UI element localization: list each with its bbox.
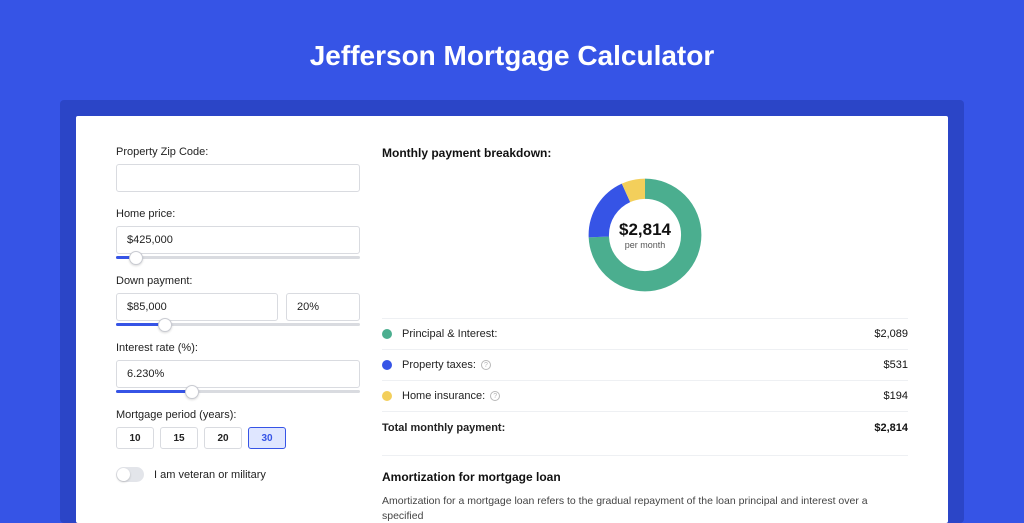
period-options: 10 15 20 30 bbox=[116, 427, 360, 449]
zip-input[interactable] bbox=[116, 164, 360, 192]
donut-center: $2,814 per month bbox=[584, 174, 706, 296]
price-input[interactable] bbox=[116, 226, 360, 254]
dot-ins bbox=[382, 391, 392, 401]
inputs-panel: Property Zip Code: Home price: Down paym… bbox=[116, 146, 360, 523]
rate-slider[interactable] bbox=[116, 390, 360, 393]
breakdown-label-ins-text: Home insurance: bbox=[402, 390, 485, 402]
veteran-row: I am veteran or military bbox=[116, 467, 360, 482]
donut-amount: $2,814 bbox=[619, 220, 671, 240]
down-field: Down payment: bbox=[116, 275, 360, 326]
info-icon[interactable]: ? bbox=[490, 391, 500, 401]
period-btn-15[interactable]: 15 bbox=[160, 427, 198, 449]
period-field: Mortgage period (years): 10 15 20 30 bbox=[116, 409, 360, 449]
down-label: Down payment: bbox=[116, 275, 360, 287]
rate-field: Interest rate (%): bbox=[116, 342, 360, 393]
breakdown-row-tax: Property taxes: ? $531 bbox=[382, 349, 908, 380]
breakdown-row-ins: Home insurance: ? $194 bbox=[382, 380, 908, 411]
down-slider[interactable] bbox=[116, 323, 360, 326]
amortization-section: Amortization for mortgage loan Amortizat… bbox=[382, 455, 908, 523]
breakdown-label-ins: Home insurance: ? bbox=[402, 390, 884, 402]
breakdown-label-tax-text: Property taxes: bbox=[402, 359, 476, 371]
breakdown-row-pi: Principal & Interest: $2,089 bbox=[382, 318, 908, 349]
period-btn-10[interactable]: 10 bbox=[116, 427, 154, 449]
zip-label: Property Zip Code: bbox=[116, 146, 360, 158]
breakdown-value-pi: $2,089 bbox=[874, 328, 908, 340]
period-btn-20[interactable]: 20 bbox=[204, 427, 242, 449]
period-label: Mortgage period (years): bbox=[116, 409, 360, 421]
breakdown-label-tax: Property taxes: ? bbox=[402, 359, 884, 371]
rate-input[interactable] bbox=[116, 360, 360, 388]
rate-slider-fill bbox=[116, 390, 192, 393]
card-shadow: Property Zip Code: Home price: Down paym… bbox=[60, 100, 964, 523]
price-slider-thumb[interactable] bbox=[129, 251, 143, 265]
rate-label: Interest rate (%): bbox=[116, 342, 360, 354]
amortization-text: Amortization for a mortgage loan refers … bbox=[382, 494, 908, 523]
price-slider[interactable] bbox=[116, 256, 360, 259]
page-title: Jefferson Mortgage Calculator bbox=[0, 0, 1024, 100]
rate-slider-thumb[interactable] bbox=[185, 385, 199, 399]
donut-chart-wrap: $2,814 per month bbox=[382, 174, 908, 296]
veteran-toggle[interactable] bbox=[116, 467, 144, 482]
down-amount-input[interactable] bbox=[116, 293, 278, 321]
info-icon[interactable]: ? bbox=[481, 360, 491, 370]
donut-sub: per month bbox=[625, 240, 666, 250]
breakdown-row-total: Total monthly payment: $2,814 bbox=[382, 411, 908, 443]
breakdown-total-value: $2,814 bbox=[874, 422, 908, 434]
breakdown-value-tax: $531 bbox=[884, 359, 908, 371]
dot-pi bbox=[382, 329, 392, 339]
down-pct-input[interactable] bbox=[286, 293, 360, 321]
veteran-toggle-knob bbox=[117, 468, 130, 481]
price-label: Home price: bbox=[116, 208, 360, 220]
breakdown-value-ins: $194 bbox=[884, 390, 908, 402]
zip-field: Property Zip Code: bbox=[116, 146, 360, 192]
breakdown-label-pi: Principal & Interest: bbox=[402, 328, 874, 340]
price-field: Home price: bbox=[116, 208, 360, 259]
breakdown-title: Monthly payment breakdown: bbox=[382, 146, 908, 160]
veteran-label: I am veteran or military bbox=[154, 469, 266, 481]
amortization-title: Amortization for mortgage loan bbox=[382, 470, 908, 484]
breakdown-panel: Monthly payment breakdown: $2,814 per mo… bbox=[382, 146, 908, 523]
dot-tax bbox=[382, 360, 392, 370]
breakdown-total-label: Total monthly payment: bbox=[382, 422, 874, 434]
period-btn-30[interactable]: 30 bbox=[248, 427, 286, 449]
calculator-card: Property Zip Code: Home price: Down paym… bbox=[76, 116, 948, 523]
down-slider-thumb[interactable] bbox=[158, 318, 172, 332]
donut-chart: $2,814 per month bbox=[584, 174, 706, 296]
